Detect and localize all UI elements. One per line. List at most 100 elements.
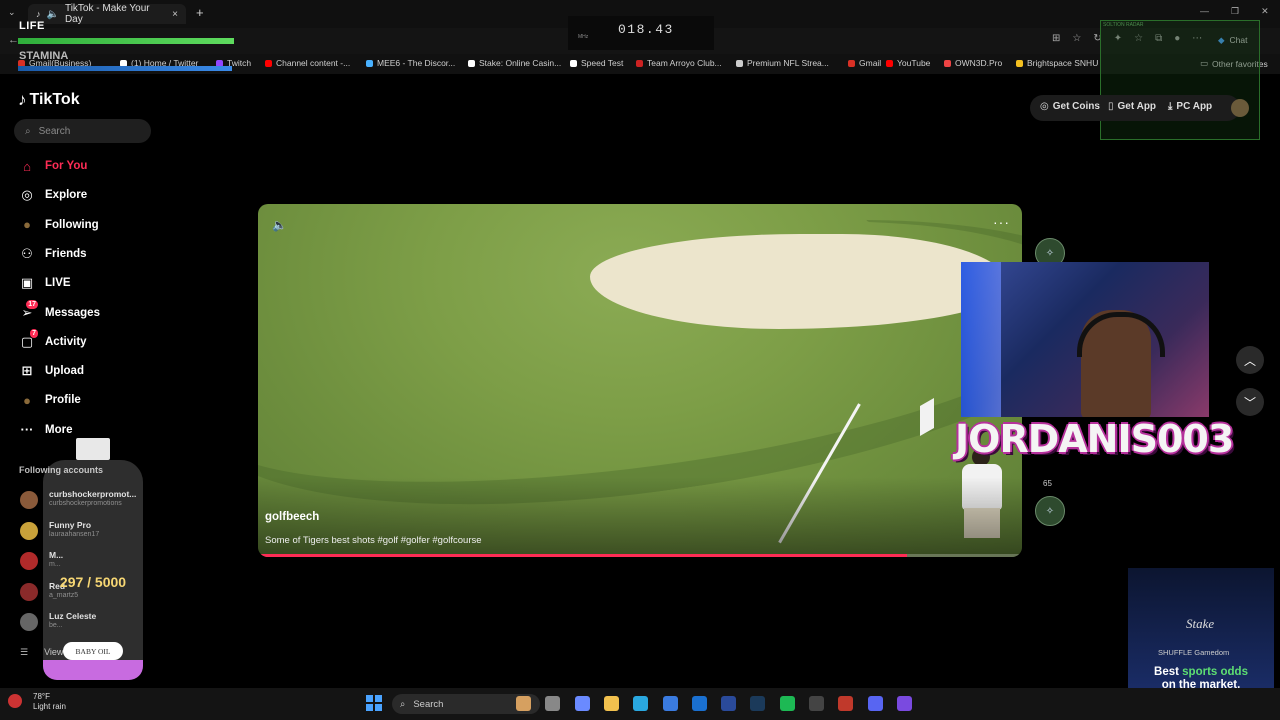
favorite-icon <box>636 59 643 67</box>
friends-icon: ⚇ <box>21 245 33 261</box>
avatar <box>20 491 38 509</box>
life-label: LIFE <box>19 20 45 32</box>
favorite-9[interactable]: Gmail <box>848 58 881 68</box>
search-input[interactable]: ⌕ Search <box>14 119 151 143</box>
sidebar-item-following[interactable]: ● Following <box>16 214 166 236</box>
sidebar-item-profile[interactable]: ● Profile <box>16 389 166 411</box>
video-player[interactable]: 🔈 ··· golfbeech Some of Tigers best shot… <box>258 204 1022 557</box>
side-count: 65 <box>1043 479 1052 488</box>
notification-badge: 7 <box>30 328 38 338</box>
streamer-name: JORDANIS003 <box>955 417 1234 461</box>
sidebar-item-messages[interactable]: ➢ 17 Messages <box>16 299 166 324</box>
tab-title: TikTok - Make Your Day <box>64 3 150 25</box>
favorite-icon <box>944 59 951 67</box>
video-progress-bar[interactable] <box>258 554 1022 557</box>
profile-icon: ● <box>23 392 31 408</box>
more-options-icon[interactable]: ··· <box>993 214 1010 230</box>
sidebar-item-label: Messages <box>45 306 100 319</box>
tab-speaker-icon[interactable]: 🔈 <box>47 9 59 20</box>
favorite-5[interactable]: Stake: Online Casin... <box>468 58 561 68</box>
new-tab-button[interactable]: + <box>196 5 204 20</box>
favorite-icon <box>848 59 855 67</box>
favorite-3[interactable]: Channel content -... <box>265 58 350 68</box>
task-view-icon[interactable] <box>545 696 561 711</box>
spotify-icon[interactable] <box>779 696 795 711</box>
edge-icon[interactable] <box>633 696 649 711</box>
weather-widget[interactable]: 78°F Light rain <box>33 692 66 712</box>
chevron-down-icon: ﹀ <box>1243 395 1256 410</box>
sidebar-item-friends[interactable]: ⚇ Friends <box>16 243 166 265</box>
sidebar-item-label: For You <box>45 160 88 172</box>
ad-partners: SHUFFLE Gamedom <box>1158 648 1230 657</box>
sidebar-item-label: Profile <box>45 394 81 407</box>
bottle-label: BABY OIL <box>63 642 123 660</box>
sidebar-item-label: Explore <box>45 189 88 202</box>
outlook-icon[interactable] <box>691 696 707 711</box>
sand-bunker <box>590 234 1010 329</box>
restore-icon[interactable]: ❐ <box>1231 6 1239 17</box>
compass-icon: ✧ <box>1045 247 1055 259</box>
sidebar-item-label: LIVE <box>45 277 71 290</box>
favorite-11[interactable]: OWN3D.Pro <box>944 58 1002 68</box>
get-coins-button[interactable]: ◎ Get Coins <box>1040 101 1100 112</box>
video-description: Some of Tigers best shots #golf #golfer … <box>265 535 482 546</box>
windows-start-icon[interactable] <box>366 695 382 711</box>
favorite-star-icon[interactable]: ☆ <box>1072 33 1081 44</box>
tab-close-icon[interactable]: × <box>172 9 178 20</box>
favorite-7[interactable]: Team Arroyo Club... <box>636 58 722 68</box>
file-explorer-icon[interactable] <box>603 696 619 711</box>
close-window-icon[interactable]: ✕ <box>1261 6 1269 17</box>
split-screen-icon[interactable]: ⊞ <box>1052 33 1060 44</box>
sidebar-item-live[interactable]: ▣ LIVE <box>16 272 166 294</box>
maps-icon[interactable] <box>838 696 854 711</box>
radio-frequency: 018.43 <box>618 22 674 37</box>
sidebar-item-upload[interactable]: ⊞ Upload <box>16 360 166 382</box>
sidebar-item-explore[interactable]: ◎ Explore <box>16 184 166 206</box>
copilot-icon[interactable] <box>574 696 590 711</box>
ad-brand: Stake <box>1186 616 1215 631</box>
bottle-count: 297 / 5000 <box>59 574 127 590</box>
news-icon[interactable] <box>721 696 737 711</box>
volume-icon[interactable]: 🔈 <box>272 218 287 232</box>
xbox-icon[interactable] <box>809 696 824 711</box>
browser-tab[interactable]: ♪ 🔈 TikTok - Make Your Day × <box>28 3 186 25</box>
favorite-6[interactable]: Speed Test <box>570 58 623 68</box>
get-app-button[interactable]: ▯ Get App <box>1108 101 1156 112</box>
favorite-icon <box>570 59 577 67</box>
favorite-10[interactable]: YouTube <box>886 58 930 68</box>
steam-icon[interactable] <box>750 696 766 711</box>
favorite-12[interactable]: Brightspace SNHU <box>1016 58 1098 68</box>
tiktok-logo[interactable]: ♪ TikTok <box>18 90 80 110</box>
next-video-button[interactable]: ﹀ <box>1236 388 1264 416</box>
home-icon: ⌂ <box>23 158 31 174</box>
favorites-bar: ▭ Other favorites Gmail(Business) (1) Hom… <box>0 54 1280 74</box>
minimize-icon[interactable]: — <box>1200 6 1209 17</box>
favorite-icon <box>1016 59 1023 67</box>
pc-app-button[interactable]: ⤓ PC App <box>1168 101 1212 112</box>
download-icon: ⤓ <box>1168 101 1173 112</box>
discord-icon[interactable] <box>867 696 883 711</box>
previous-video-button[interactable]: ︿ <box>1236 346 1264 374</box>
favorite-4[interactable]: MEE6 - The Discor... <box>366 58 455 68</box>
store-icon[interactable] <box>662 696 678 711</box>
sidebar-item-label: Friends <box>45 247 87 260</box>
sidebar-item-activity[interactable]: ▢ 7 Activity <box>16 328 166 353</box>
avatar <box>20 521 38 540</box>
apps-icon[interactable] <box>896 696 912 711</box>
phone-icon: ▯ <box>1108 101 1114 112</box>
radio-unit: MHz <box>578 34 589 40</box>
more-icon: ··· <box>20 422 34 438</box>
video-author[interactable]: golfbeech <box>265 511 319 523</box>
widgets-icon[interactable] <box>516 696 531 711</box>
stamina-label: STAMINA <box>19 50 69 62</box>
sponsor-ad: Stake SHUFFLE Gamedom Best sports odds o… <box>1128 568 1274 698</box>
tiktok-favicon-icon: ♪ <box>36 9 41 19</box>
baby-oil-bottle-overlay: 297 / 5000 BABY OIL <box>43 438 143 680</box>
weather-icon[interactable] <box>8 694 22 708</box>
tab-list-chevron-icon[interactable]: ⌄ <box>8 7 16 18</box>
music-disc-button[interactable]: ✧ <box>1035 496 1065 526</box>
sidebar-item-for-you[interactable]: ⌂ For You <box>16 155 166 177</box>
user-avatar[interactable] <box>1231 99 1249 117</box>
favorite-8[interactable]: Premium NFL Strea... <box>736 58 829 68</box>
stamina-bar <box>18 66 232 71</box>
